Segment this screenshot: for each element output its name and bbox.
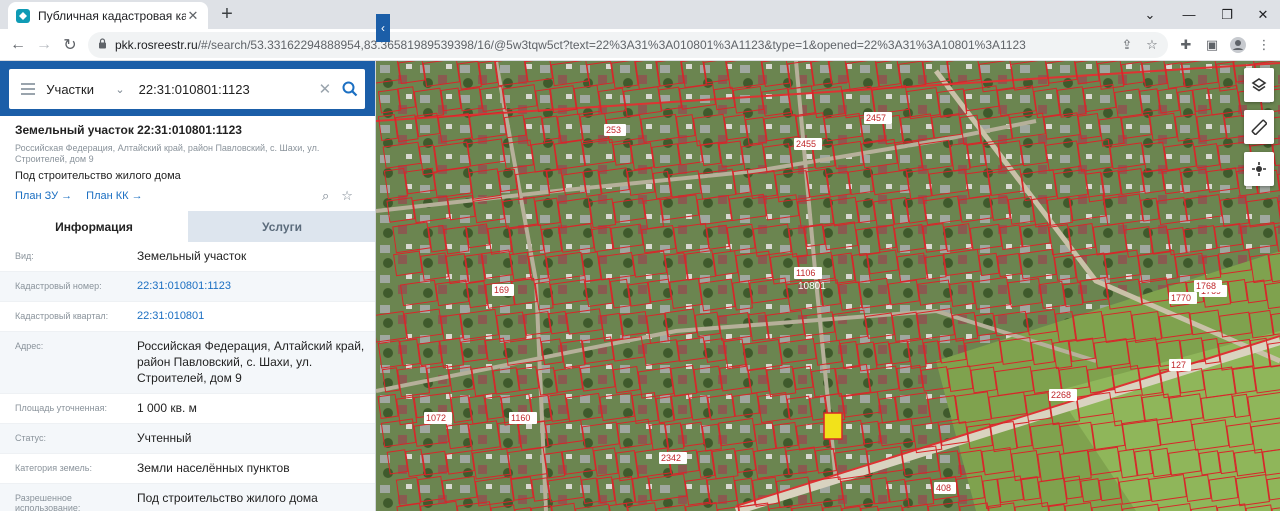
table-row: Кадастровый квартал: 22:31:010801 [0, 302, 375, 332]
plan-links: План ЗУ → План КК → [15, 190, 143, 202]
table-row: Кадастровый номер: 22:31:010801:1123 [0, 272, 375, 302]
cadastral-number-link[interactable]: 22:31:010801:1123 [137, 272, 375, 301]
browser-tab[interactable]: Публичная кадастровая карта ✕ [8, 2, 208, 29]
parcel-label: 1072 [426, 413, 446, 423]
layers-button[interactable] [1244, 68, 1274, 102]
cadastral-quarter-link[interactable]: 22:31:010801 [137, 302, 375, 331]
row-key: Статус: [15, 433, 46, 443]
category-select-label: Участки [46, 81, 94, 97]
tab-services[interactable]: Услуги [188, 211, 375, 242]
row-key: Вид: [15, 251, 34, 261]
table-row: Разрешенное использование: Под строительс… [0, 484, 375, 511]
url-text: pkk.rosreestr.ru/#/search/53.33162294888… [115, 38, 1026, 52]
rosreestr-favicon-icon [16, 8, 30, 23]
row-value: 1 000 кв. м [137, 401, 197, 415]
parcel-label: 1768 [1196, 281, 1216, 291]
table-row: Площадь уточненная: 1 000 кв. м [0, 394, 375, 424]
plot-title: Земельный участок 22:31:010801:1123 [15, 123, 242, 137]
collapse-panel-button[interactable]: ‹ [376, 14, 390, 42]
parcel-label: 1770 [1171, 293, 1191, 303]
plot-address: Российская Федерация, Алтайский край, ра… [15, 143, 320, 164]
table-row: Вид: Земельный участок [0, 242, 375, 272]
parcel-label: 2457 [866, 113, 886, 123]
layers-icon [1251, 78, 1267, 92]
lock-icon [98, 38, 107, 52]
row-value: Земли населённых пунктов [137, 461, 290, 475]
browser-tab-bar: Публичная кадастровая карта ✕ + ⌄ — ❐ ✕ [0, 0, 1280, 29]
browser-menu-icon[interactable]: ⋮ [1255, 36, 1273, 54]
cadastral-map[interactable]: 2457245525311062268127177017691768234216… [376, 61, 1280, 511]
search-bar-area: Участки ⌄ ✕ [0, 61, 375, 116]
share-icon[interactable]: ⇪ [1118, 36, 1136, 54]
selected-parcel[interactable] [823, 412, 843, 440]
table-row: Адрес: Российская Федерация, Алтайский кр… [0, 332, 375, 394]
close-window-button[interactable]: ✕ [1240, 0, 1280, 29]
measure-button[interactable] [1244, 110, 1274, 144]
locate-icon [1252, 162, 1266, 176]
search-icon [342, 81, 358, 97]
tab-close-icon[interactable]: ✕ [186, 8, 200, 24]
bookmark-star-icon[interactable]: ☆ [1143, 36, 1161, 54]
category-select[interactable]: Участки ⌄ [46, 82, 130, 97]
forward-button[interactable]: → [32, 33, 56, 57]
row-value: Российская Федерация, Алтайский край, ра… [137, 339, 365, 385]
chevron-down-icon: ⌄ [115, 83, 125, 96]
browser-toolbar: ← → ↻ pkk.rosreestr.ru/#/search/53.33162… [0, 29, 1280, 61]
plot-actions: ⌕ ☆ [322, 188, 353, 204]
row-key: Категория земель: [15, 463, 92, 473]
parcel-label: 127 [1171, 360, 1186, 370]
reload-button[interactable]: ↻ [58, 33, 82, 57]
info-panel: Участки ⌄ ✕ Земельный участок 22:31:0108… [0, 61, 376, 511]
quarter-label: 10801 [798, 281, 826, 292]
tab-info[interactable]: Информация [0, 211, 188, 242]
tab-title: Публичная кадастровая карта [38, 8, 186, 23]
address-bar[interactable]: pkk.rosreestr.ru/#/search/53.33162294888… [88, 32, 1168, 58]
search-box: Участки ⌄ ✕ [9, 69, 365, 109]
plan-kk-link[interactable]: План КК → [86, 190, 142, 202]
row-key: Кадастровый номер: [15, 281, 102, 291]
table-row: Категория земель: Земли населённых пункто… [0, 454, 375, 484]
info-table: Вид: Земельный участок Кадастровый номер:… [0, 242, 375, 511]
search-input[interactable] [130, 81, 315, 97]
table-row: Статус: Учтенный [0, 424, 375, 454]
hamburger-menu-icon[interactable] [9, 69, 46, 109]
panel-tabs: Информация Услуги [0, 211, 375, 242]
parcel-label: 253 [606, 125, 621, 135]
favorite-star-icon[interactable]: ☆ [341, 188, 353, 204]
parcel-label: 1106 [796, 268, 815, 278]
side-panel-icon[interactable]: ▣ [1203, 36, 1221, 54]
back-button[interactable]: ← [6, 33, 30, 57]
extensions-puzzle-icon[interactable]: ✚ [1177, 36, 1195, 54]
plan-zu-link[interactable]: План ЗУ → [15, 190, 72, 202]
profile-avatar-icon[interactable] [1229, 36, 1247, 54]
ruler-icon [1251, 119, 1267, 135]
clear-search-icon[interactable]: ✕ [315, 80, 336, 98]
search-button[interactable] [335, 69, 365, 109]
row-value: Под строительство жилого дома [137, 491, 318, 505]
plot-use: Под строительство жилого дома [15, 170, 181, 182]
parcel-label: 1160 [511, 413, 530, 423]
row-value: Учтенный [137, 431, 192, 445]
new-tab-button[interactable]: + [216, 3, 238, 25]
locate-button[interactable] [1244, 152, 1274, 186]
parcel-label: 408 [936, 483, 951, 493]
row-key: Кадастровый квартал: [15, 311, 109, 321]
parcel-label: 2455 [796, 139, 816, 149]
parcel-label: 2342 [661, 453, 681, 463]
parcel-label: 169 [494, 285, 509, 295]
zoom-to-plot-icon[interactable]: ⌕ [322, 188, 329, 204]
row-key: Разрешенное использование: [15, 493, 81, 511]
row-key: Площадь уточненная: [15, 403, 107, 413]
parcel-label: 2268 [1051, 390, 1071, 400]
map-canvas: 2457245525311062268127177017691768234216… [376, 61, 1280, 511]
row-value: Земельный участок [137, 249, 247, 263]
row-key: Адрес: [15, 341, 44, 351]
